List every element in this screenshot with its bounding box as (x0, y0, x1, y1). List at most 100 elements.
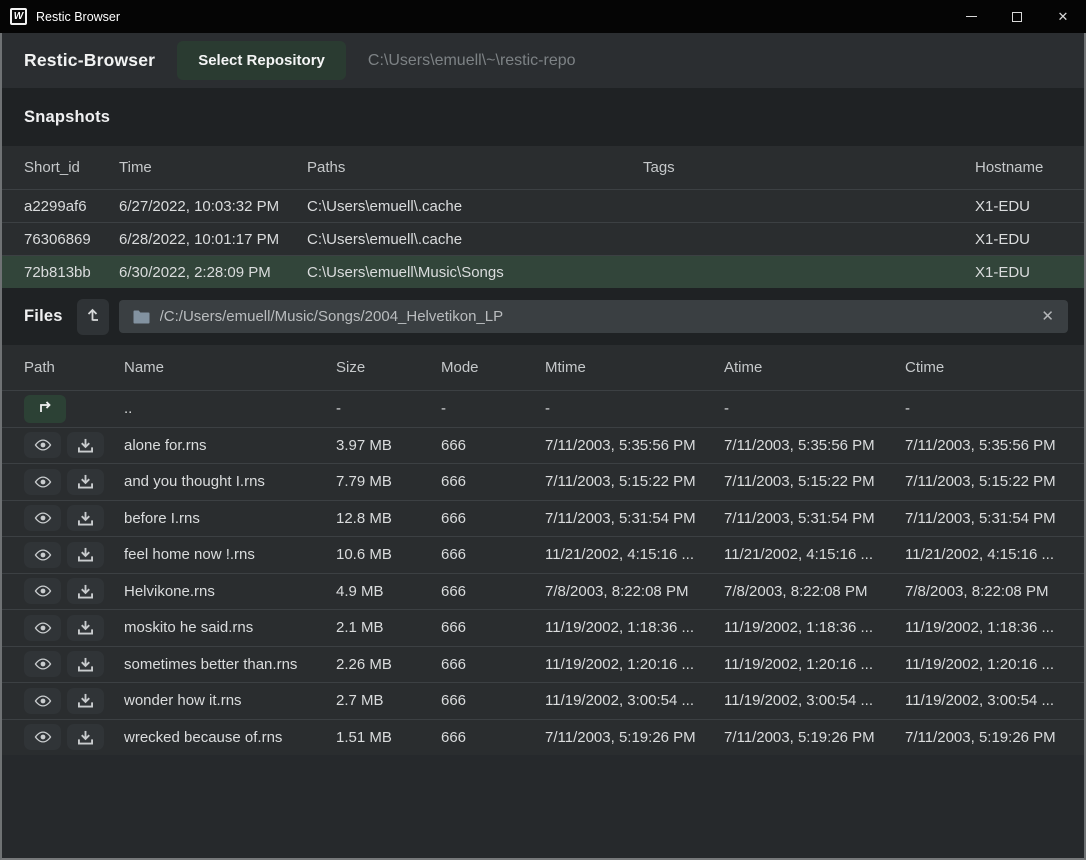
corner-up-right-icon (37, 400, 53, 417)
file-row[interactable]: alone for.rns3.97 MB6667/11/2003, 5:35:5… (2, 427, 1084, 464)
cell-mode: 666 (441, 473, 545, 490)
download-file-button[interactable] (67, 432, 104, 458)
cell-paths: C:\Users\emuell\.cache (307, 198, 643, 215)
view-file-button[interactable] (24, 688, 61, 714)
download-icon (78, 474, 93, 489)
cell-mtime: 11/19/2002, 1:20:16 ... (545, 656, 724, 673)
view-file-button[interactable] (24, 505, 61, 531)
cell-name: wrecked because of.rns (124, 729, 336, 746)
cell-size: - (336, 400, 441, 417)
file-row[interactable]: Helvikone.rns4.9 MB6667/8/2003, 8:22:08 … (2, 573, 1084, 610)
minimize-button[interactable] (948, 0, 994, 33)
window-title: Restic Browser (36, 10, 120, 24)
clear-path-icon[interactable]: ✕ (1041, 309, 1054, 324)
cell-hostname: X1-EDU (975, 198, 1068, 215)
go-to-root-button[interactable] (77, 299, 109, 335)
view-file-button[interactable] (24, 615, 61, 641)
file-row[interactable]: wonder how it.rns2.7 MB66611/19/2002, 3:… (2, 682, 1084, 719)
download-file-button[interactable] (67, 469, 104, 495)
view-file-button[interactable] (24, 432, 61, 458)
snapshots-table-header: Short_id Time Paths Tags Hostname (2, 146, 1084, 189)
download-file-button[interactable] (67, 578, 104, 604)
download-file-button[interactable] (67, 505, 104, 531)
download-file-button[interactable] (67, 651, 104, 677)
eye-icon (34, 621, 52, 635)
view-file-button[interactable] (24, 578, 61, 604)
app-window: W Restic Browser ✕ Restic-Browser Select… (0, 0, 1086, 860)
maximize-icon (1012, 12, 1022, 22)
cell-atime: - (724, 400, 905, 417)
cell-ctime: - (905, 400, 1068, 417)
download-file-button[interactable] (67, 688, 104, 714)
cell-short-id: 76306869 (24, 231, 119, 248)
file-path-bar[interactable]: /C:/Users/emuell/Music/Songs/2004_Helvet… (119, 300, 1068, 333)
cell-ctime: 11/19/2002, 3:00:54 ... (905, 692, 1068, 709)
minimize-icon (966, 16, 977, 17)
cell-size: 10.6 MB (336, 546, 441, 563)
snapshot-row[interactable]: 72b813bb6/30/2022, 2:28:09 PMC:\Users\em… (2, 255, 1084, 288)
cell-mtime: 7/11/2003, 5:31:54 PM (545, 510, 724, 527)
cell-atime: 11/19/2002, 3:00:54 ... (724, 692, 905, 709)
cell-mode: 666 (441, 510, 545, 527)
file-row[interactable]: feel home now !.rns10.6 MB66611/21/2002,… (2, 536, 1084, 573)
cell-short-id: a2299af6 (24, 198, 119, 215)
file-row[interactable]: moskito he said.rns2.1 MB66611/19/2002, … (2, 609, 1084, 646)
level-up-icon (85, 306, 101, 327)
cell-paths: C:\Users\emuell\.cache (307, 231, 643, 248)
eye-icon (34, 438, 52, 452)
snapshot-row[interactable]: 763068696/28/2022, 10:01:17 PMC:\Users\e… (2, 222, 1084, 255)
titlebar: W Restic Browser ✕ (0, 0, 1086, 33)
view-file-button[interactable] (24, 651, 61, 677)
download-file-button[interactable] (67, 542, 104, 568)
cell-actions (24, 615, 124, 641)
snapshot-row[interactable]: a2299af66/27/2022, 10:03:32 PMC:\Users\e… (2, 189, 1084, 222)
cell-mtime: 11/19/2002, 1:18:36 ... (545, 619, 724, 636)
close-button[interactable]: ✕ (1040, 0, 1086, 33)
go-up-button[interactable] (24, 395, 66, 423)
cell-atime: 11/19/2002, 1:18:36 ... (724, 619, 905, 636)
download-icon (78, 584, 93, 599)
col-hostname: Hostname (975, 159, 1068, 176)
download-file-button[interactable] (67, 615, 104, 641)
cell-hostname: X1-EDU (975, 231, 1068, 248)
col-atime: Atime (724, 359, 905, 376)
cell-name: sometimes better than.rns (124, 656, 336, 673)
folder-icon (133, 310, 150, 324)
view-file-button[interactable] (24, 469, 61, 495)
eye-icon (34, 511, 52, 525)
view-file-button[interactable] (24, 724, 61, 750)
file-row[interactable]: and you thought I.rns7.79 MB6667/11/2003… (2, 463, 1084, 500)
maximize-button[interactable] (994, 0, 1040, 33)
cell-atime: 7/11/2003, 5:31:54 PM (724, 510, 905, 527)
empty-area (2, 755, 1084, 858)
eye-icon (34, 584, 52, 598)
cell-actions (24, 505, 124, 531)
current-path: /C:/Users/emuell/Music/Songs/2004_Helvet… (160, 308, 1032, 325)
cell-mtime: 7/8/2003, 8:22:08 PM (545, 583, 724, 600)
eye-icon (34, 475, 52, 489)
col-name: Name (124, 359, 336, 376)
cell-actions (24, 542, 124, 568)
cell-hostname: X1-EDU (975, 264, 1068, 281)
cell-actions (24, 395, 124, 423)
cell-time: 6/30/2022, 2:28:09 PM (119, 264, 307, 281)
cell-mode: 666 (441, 437, 545, 454)
cell-actions (24, 688, 124, 714)
file-row[interactable]: wrecked because of.rns1.51 MB6667/11/200… (2, 719, 1084, 756)
cell-mode: - (441, 400, 545, 417)
col-path: Path (24, 359, 124, 376)
file-row[interactable]: before I.rns12.8 MB6667/11/2003, 5:31:54… (2, 500, 1084, 537)
parent-directory-row[interactable]: ..----- (2, 390, 1084, 427)
view-file-button[interactable] (24, 542, 61, 568)
close-icon: ✕ (1058, 10, 1069, 23)
cell-name: wonder how it.rns (124, 692, 336, 709)
select-repository-button[interactable]: Select Repository (177, 41, 346, 80)
download-file-button[interactable] (67, 724, 104, 750)
files-table-header: Path Name Size Mode Mtime Atime Ctime (2, 345, 1084, 390)
cell-mtime: 7/11/2003, 5:35:56 PM (545, 437, 724, 454)
file-row[interactable]: sometimes better than.rns2.26 MB66611/19… (2, 646, 1084, 683)
download-icon (78, 730, 93, 745)
col-size: Size (336, 359, 441, 376)
cell-mode: 666 (441, 729, 545, 746)
cell-mode: 666 (441, 546, 545, 563)
